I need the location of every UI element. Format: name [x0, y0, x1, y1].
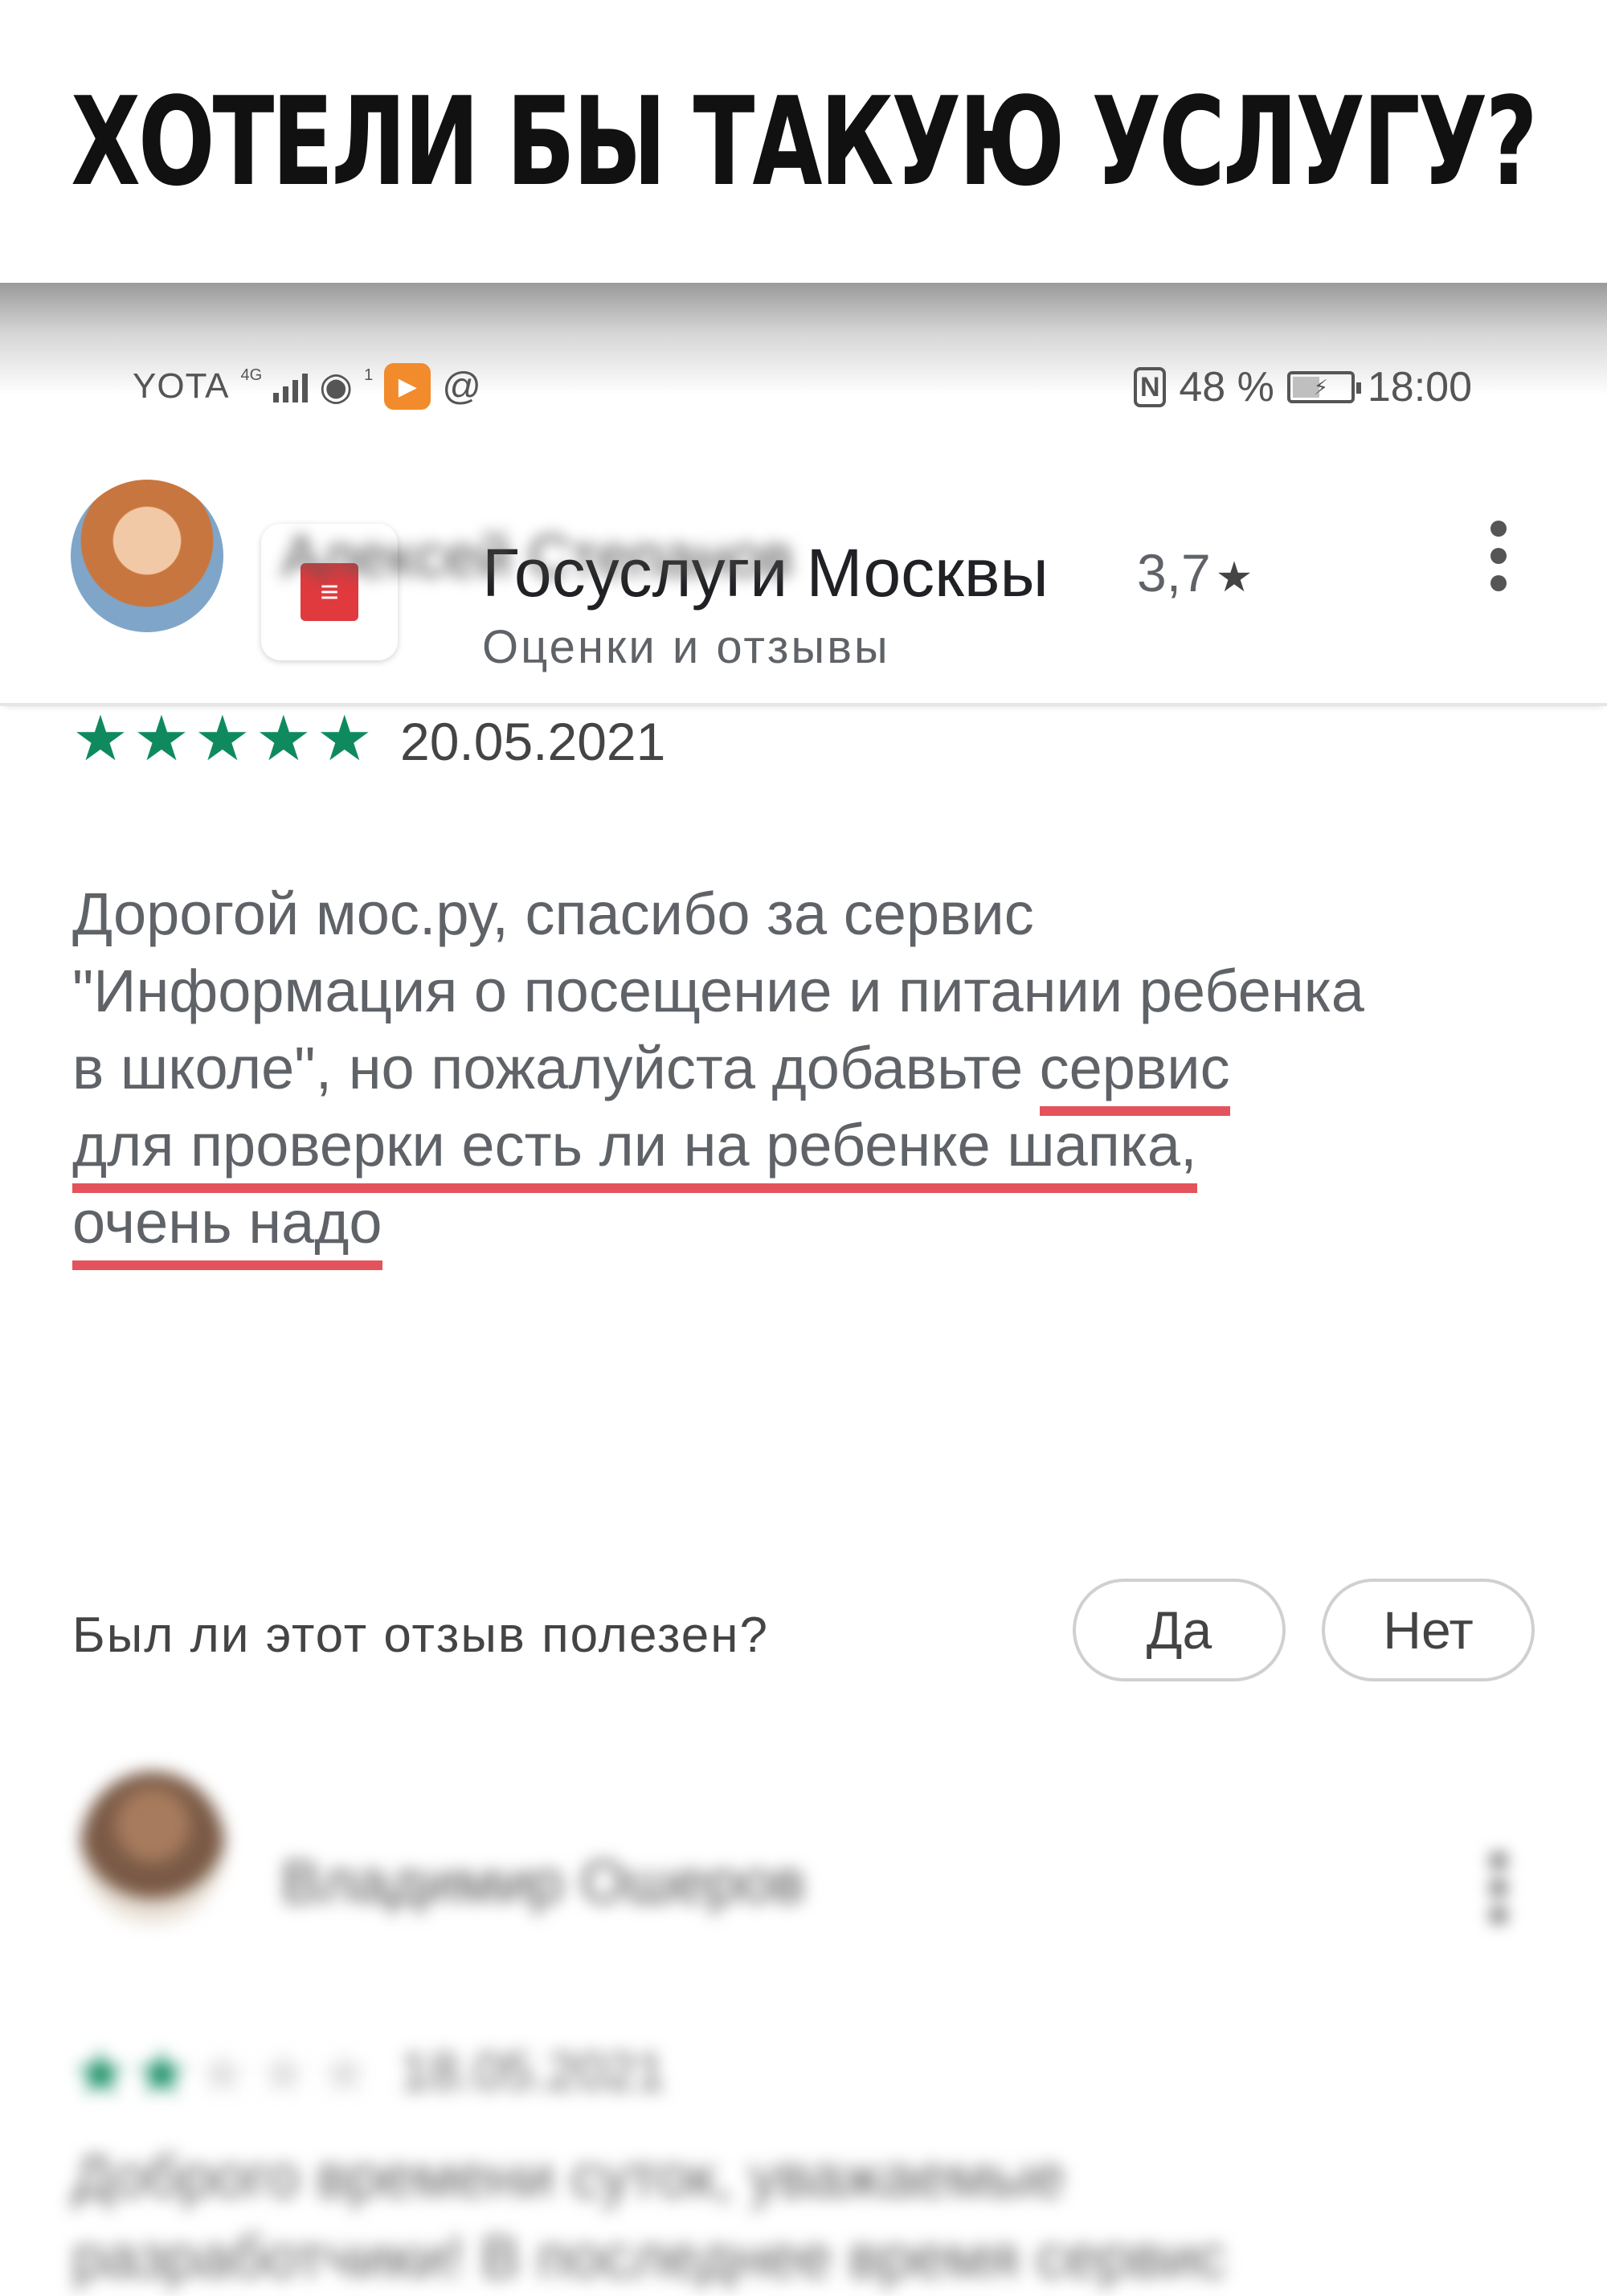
- review-date: 20.05.2021: [400, 712, 666, 771]
- helpful-yes-button[interactable]: Да: [1073, 1579, 1286, 1681]
- status-right: N 48 % ⚡ 18:00: [1134, 363, 1472, 411]
- nfc-icon: N: [1134, 367, 1167, 407]
- more-options-button[interactable]: [1470, 508, 1527, 604]
- avatar: [80, 1771, 225, 1924]
- reviewer-name: Владимир Ошеров: [281, 1849, 805, 1915]
- star-icon: ★: [316, 2037, 373, 2108]
- review-line: в школе", но пожалуйста добавьте сервис: [72, 1030, 1543, 1116]
- helpful-no-button[interactable]: Нет: [1322, 1579, 1535, 1681]
- star-icon: ★: [1215, 554, 1253, 601]
- underlined-text: очень надо: [72, 1189, 382, 1270]
- status-bar: YOTA 4G ◉ 1 ▶ @ N 48 % ⚡ 18:00: [0, 363, 1607, 427]
- star-icon: ★: [194, 703, 251, 774]
- signal-icon: [273, 370, 309, 402]
- underlined-text: сервис: [1039, 1035, 1230, 1116]
- carrier-label: YOTA: [133, 366, 230, 406]
- caption-text: ХОТЕЛИ БЫ ТАКУЮ УСЛУГУ?: [71, 70, 1539, 213]
- helpful-question: Был ли этот отзыв полезен?: [72, 1608, 769, 1663]
- underlined-text: для проверки есть ли на ребенке шапка,: [72, 1112, 1197, 1193]
- star-icon: ★: [194, 2037, 251, 2108]
- review-line: очень надо: [72, 1184, 1543, 1270]
- more-options-button[interactable]: [1470, 1840, 1527, 1936]
- review-line: Доброго времени суток, уважаемые: [72, 2143, 1065, 2210]
- review-line: Дорогой мос.ру, спасибо за сервис: [72, 880, 1034, 947]
- notification-count: 1: [364, 366, 374, 384]
- rating-value: 3,7: [1137, 543, 1211, 603]
- review-line: разработчики! В последнее время сервис: [72, 2224, 1227, 2290]
- star-rating: ★ ★ ★ ★ ★: [72, 707, 373, 770]
- hotspot-icon: ◉: [319, 366, 354, 408]
- charging-icon: ⚡: [1313, 374, 1328, 399]
- review-text: Дорогой мос.ру, спасибо за сервис "Инфор…: [72, 876, 1543, 1270]
- clock: 18:00: [1367, 364, 1472, 411]
- star-icon: ★: [72, 2037, 129, 2108]
- app-screenshot: YOTA 4G ◉ 1 ▶ @ N 48 % ⚡ 18:00 ← ≡ Го: [0, 283, 1607, 2296]
- star-icon: ★: [133, 703, 190, 774]
- app-header: ← ≡ Госуслуги Москвы 3,7★ Оценки и отзыв…: [0, 496, 1607, 706]
- star-icon: ★: [316, 703, 373, 774]
- review-line: для проверки есть ли на ребенке шапка,: [72, 1107, 1543, 1193]
- review-line: "Информация о посещение и питании ребенк…: [72, 958, 1364, 1024]
- star-icon: ★: [255, 2037, 312, 2108]
- reviewer-name: Алексей Степанов: [281, 523, 794, 590]
- star-icon: ★: [255, 703, 312, 774]
- status-left: YOTA 4G ◉ 1 ▶ @: [133, 363, 481, 410]
- review-date: 18.05.2021: [400, 2041, 666, 2101]
- meme-caption: ХОТЕЛИ БЫ ТАКУЮ УСЛУГУ?: [0, 0, 1607, 283]
- review-line-part: в школе", но пожалуйста добавьте: [72, 1035, 1040, 1101]
- at-sign-icon: @: [442, 365, 481, 408]
- review-text: Доброго времени суток, уважаемые разрабо…: [72, 2137, 1543, 2296]
- play-app-icon: ▶: [384, 363, 431, 410]
- network-type: 4G: [240, 366, 263, 384]
- star-icon: ★: [133, 2037, 190, 2108]
- avatar: [71, 480, 223, 632]
- battery-icon: ⚡: [1286, 371, 1361, 403]
- app-rating: 3,7 ★: [1137, 542, 1253, 603]
- battery-percent: 48 %: [1179, 364, 1274, 411]
- page-subtitle: Оценки и отзывы: [482, 621, 890, 673]
- star-rating: ★ ★ ★ ★ ★: [72, 2037, 373, 2110]
- star-icon: ★: [72, 703, 129, 774]
